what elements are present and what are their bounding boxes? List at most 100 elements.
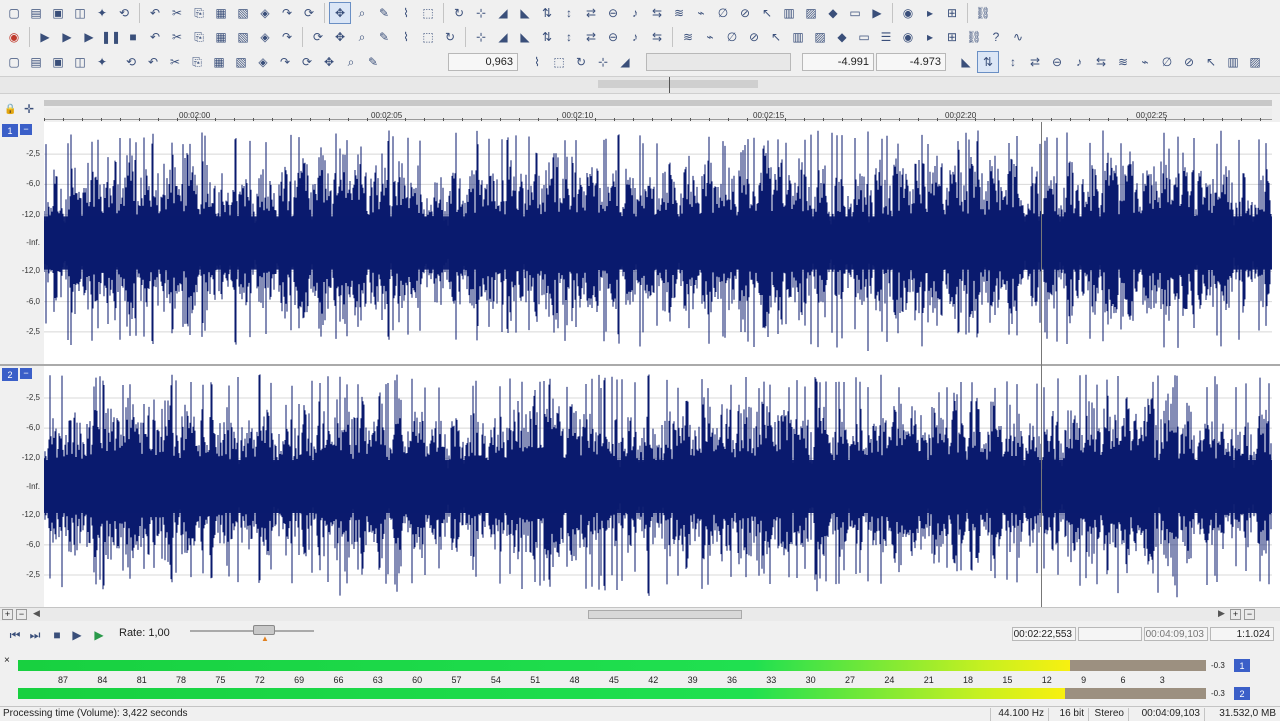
metronome-icon[interactable]: ∅ xyxy=(1156,51,1178,73)
scroll-thumb[interactable] xyxy=(588,610,742,619)
cursor-position-field[interactable]: 00:02:22,553 xyxy=(1012,627,1076,641)
zoom-out-small-button[interactable]: − xyxy=(16,609,27,620)
channel-mode[interactable]: Stereo xyxy=(1088,708,1128,721)
rewind-icon[interactable]: ✂ xyxy=(166,26,188,48)
analyze-icon[interactable]: ↖ xyxy=(765,26,787,48)
mixer-icon[interactable]: ▥ xyxy=(1222,51,1244,73)
clip-icon[interactable]: ⌁ xyxy=(699,26,721,48)
save-as-icon[interactable]: ◫ xyxy=(69,2,91,24)
lock-icon[interactable]: 🔒 xyxy=(4,104,16,115)
auto-scroll-icon[interactable]: ↻ xyxy=(439,26,461,48)
plugins-icon[interactable]: ⊖ xyxy=(602,26,624,48)
go-to-end-icon[interactable]: ⏭ xyxy=(24,624,46,646)
meters-icon[interactable]: ▧ xyxy=(230,51,252,73)
last-icon[interactable]: ▧ xyxy=(232,26,254,48)
scrub-speed-field[interactable] xyxy=(646,53,791,71)
lowpass-icon[interactable]: ▨ xyxy=(809,26,831,48)
delay-icon[interactable]: ? xyxy=(985,26,1007,48)
loop-icon[interactable]: ↻ xyxy=(448,2,470,24)
normalize-icon[interactable]: ⇅ xyxy=(536,2,558,24)
snap-marker-icon[interactable]: ⬚ xyxy=(417,26,439,48)
cd-track-icon[interactable]: ⊹ xyxy=(592,51,614,73)
loop-play-icon[interactable]: ▶ xyxy=(34,26,56,48)
zoom-full-icon[interactable]: ✦ xyxy=(91,51,113,73)
cut-icon[interactable]: ✂ xyxy=(166,2,188,24)
play-all-icon[interactable]: ▶ xyxy=(88,624,110,646)
reverb-icon[interactable]: ⛓ xyxy=(963,26,985,48)
save-all-icon[interactable]: ✦ xyxy=(91,2,113,24)
gate-icon[interactable]: ▸ xyxy=(919,26,941,48)
scrub-speed-icon[interactable]: ◣ xyxy=(955,51,977,73)
grid-icon[interactable]: ◣ xyxy=(514,26,536,48)
grid-lines-icon[interactable]: ⌇ xyxy=(526,51,548,73)
mark-in-icon[interactable]: ◈ xyxy=(254,26,276,48)
scroll-right-icon[interactable]: ▶ xyxy=(1218,608,1225,619)
play-icon[interactable]: ▶ xyxy=(66,624,88,646)
render-icon[interactable]: ⟲ xyxy=(113,2,135,24)
snap-to-icon[interactable]: ✛ xyxy=(24,102,34,116)
pause-icon[interactable]: ❚❚ xyxy=(100,26,122,48)
stop-icon[interactable]: ■ xyxy=(46,624,68,646)
paste-icon[interactable]: ▦ xyxy=(210,2,232,24)
zoom-selection-icon[interactable]: ▣ xyxy=(47,51,69,73)
marker-icon[interactable]: ◆ xyxy=(822,2,844,24)
time-ruler[interactable]: 🔒 ✛ 00:02:00 00:02:05 00:02:10 00:02:15 00:0… xyxy=(0,96,1280,122)
limiter-icon[interactable]: ⊞ xyxy=(941,26,963,48)
follow-icon[interactable]: ✎ xyxy=(362,51,384,73)
trim-icon[interactable]: ✥ xyxy=(329,26,351,48)
explorer-icon[interactable]: ▸ xyxy=(919,2,941,24)
channel-1[interactable]: 1 − -2,5 -6,0 -12,0 -Inf. -12,0 -6,0 -2,5 xyxy=(0,122,1280,364)
record-arm-icon[interactable]: ≋ xyxy=(1112,51,1134,73)
zoom-normal-icon[interactable]: ◫ xyxy=(69,51,91,73)
lock-icon[interactable]: ◢ xyxy=(492,26,514,48)
reverse-icon[interactable]: ⇄ xyxy=(580,2,602,24)
pencil-tool-icon[interactable]: ✎ xyxy=(373,2,395,24)
noise-icon[interactable]: ⇆ xyxy=(646,26,668,48)
save-icon[interactable]: ▣ xyxy=(47,2,69,24)
repeat-icon[interactable]: ⟳ xyxy=(298,2,320,24)
zoom-time-icon[interactable]: ⟲ xyxy=(120,51,142,73)
compressor-icon[interactable]: ◉ xyxy=(897,26,919,48)
fx-icon[interactable]: ⇄ xyxy=(580,26,602,48)
region-add-icon[interactable]: ↻ xyxy=(570,51,592,73)
undo-icon[interactable]: ↶ xyxy=(144,2,166,24)
fade-in-icon[interactable]: ◢ xyxy=(492,2,514,24)
magnify-tool-icon[interactable]: ⌕ xyxy=(351,2,373,24)
nav-icon[interactable]: ♪ xyxy=(624,26,646,48)
snap-grid-icon[interactable]: ⌇ xyxy=(395,26,417,48)
envelope-tool-icon[interactable]: ⌇ xyxy=(395,2,417,24)
copy-icon[interactable]: ⎘ xyxy=(188,2,210,24)
marker-add-icon[interactable]: ⬚ xyxy=(548,51,570,73)
event-icon[interactable]: ⇅ xyxy=(536,26,558,48)
meter-ch2-button[interactable]: 2 xyxy=(1234,687,1250,700)
spectrum-view-icon[interactable]: ⟳ xyxy=(296,51,318,73)
region-icon[interactable]: ▭ xyxy=(844,2,866,24)
rms-icon[interactable]: ↷ xyxy=(274,51,296,73)
fast-forward-icon[interactable]: ⎘ xyxy=(188,26,210,48)
mix-icon[interactable]: ◈ xyxy=(254,2,276,24)
scrub-icon[interactable]: ◢ xyxy=(614,51,636,73)
output-icon[interactable]: ↖ xyxy=(1200,51,1222,73)
zoom-in-small-button[interactable]: + xyxy=(2,609,13,620)
overview-strip[interactable] xyxy=(0,76,1280,94)
meters-close-button[interactable]: × xyxy=(4,655,10,666)
peak-icon[interactable]: ◈ xyxy=(252,51,274,73)
silence-icon[interactable]: ∅ xyxy=(712,2,734,24)
spectral-icon[interactable]: ⊘ xyxy=(743,26,765,48)
play-region-icon[interactable]: ♪ xyxy=(1068,51,1090,73)
snap-icon[interactable]: ⊹ xyxy=(470,2,492,24)
plugin-icon[interactable]: ⊞ xyxy=(941,2,963,24)
timer-icon[interactable]: ↕ xyxy=(1002,51,1024,73)
new-file-icon[interactable]: ▢ xyxy=(3,2,25,24)
envelope-view-icon[interactable]: ✥ xyxy=(318,51,340,73)
chain-icon[interactable]: ⛓ xyxy=(972,2,994,24)
scroll-left-icon[interactable]: ◀ xyxy=(33,608,40,619)
redo-icon[interactable]: ↷ xyxy=(276,2,298,24)
channel-1-number[interactable]: 1 xyxy=(2,124,18,137)
crossfade-view-icon[interactable]: ⊖ xyxy=(1046,51,1068,73)
meter-ch1-button[interactable]: 1 xyxy=(1234,659,1250,672)
vinyl-icon[interactable]: ∅ xyxy=(721,26,743,48)
play-all-icon[interactable]: ▶ xyxy=(56,26,78,48)
overview-thumb[interactable] xyxy=(598,80,758,88)
ruler-strip[interactable] xyxy=(44,108,1272,120)
